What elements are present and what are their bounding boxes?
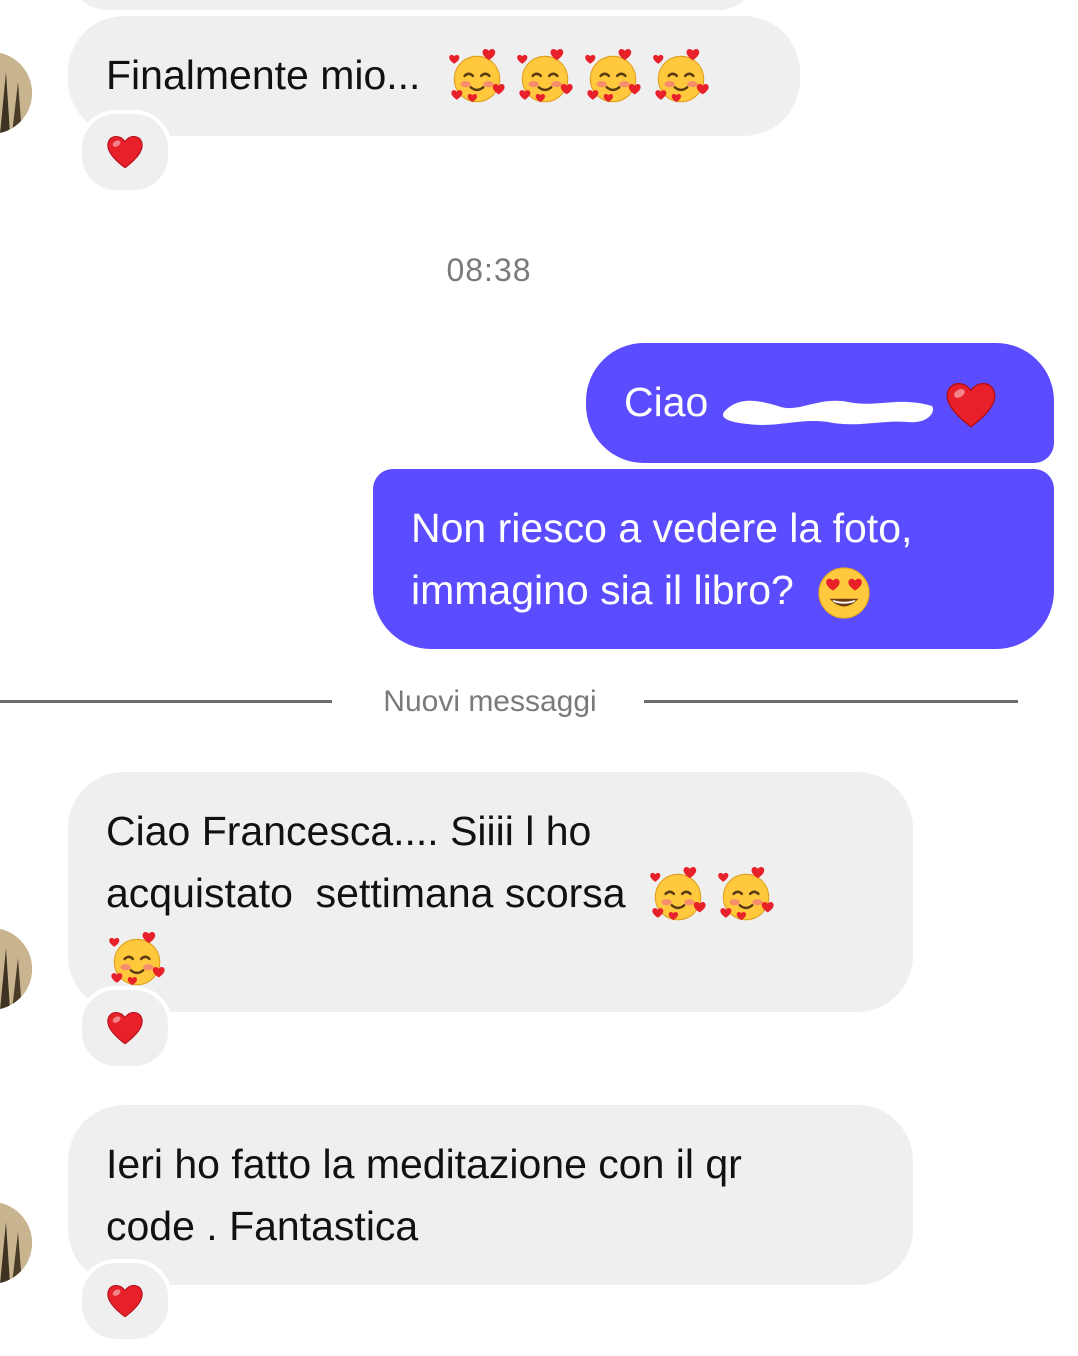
message-text-line: acquistato settimana scorsa <box>106 870 626 916</box>
message-text-line: code . Fantastica <box>106 1203 419 1249</box>
incoming-message-bubble[interactable]: Ieri ho fatto la meditazione con il qr c… <box>68 1105 913 1285</box>
outgoing-message-bubble[interactable]: Non riesco a vedere la foto, immagino si… <box>373 469 1054 649</box>
new-messages-divider-left <box>0 700 332 703</box>
incoming-message-bubble[interactable]: Finalmente mio... <box>68 16 800 136</box>
red-heart-icon <box>104 1280 146 1322</box>
red-heart-icon <box>104 1007 146 1049</box>
smiling-face-with-hearts-icon <box>514 47 576 109</box>
red-heart-icon <box>942 376 1000 434</box>
smiling-face-with-hearts-icon <box>106 930 168 992</box>
heart-reaction[interactable] <box>78 110 172 194</box>
incoming-message-bubble[interactable]: Ciao Francesca.... Siiii l ho acquistato… <box>68 772 913 1012</box>
contact-avatar[interactable] <box>0 1202 32 1284</box>
message-timestamp: 08:38 <box>446 252 532 288</box>
new-messages-label: Nuovi messaggi <box>383 685 597 718</box>
smiling-face-with-hearts-icon <box>446 47 508 109</box>
smiling-face-with-heart-eyes-icon <box>815 564 873 622</box>
smiling-face-with-hearts-icon <box>715 865 777 927</box>
heart-reaction[interactable] <box>78 986 172 1070</box>
smiling-face-with-hearts-icon <box>582 47 644 109</box>
contact-avatar[interactable] <box>0 52 32 134</box>
message-text-line: immagino sia il libro? <box>411 567 794 613</box>
message-text-line: Non riesco a vedere la foto, <box>411 505 913 551</box>
heart-reaction[interactable] <box>78 1259 172 1343</box>
smiling-face-with-hearts-icon <box>647 865 709 927</box>
message-text-line: Ciao Francesca.... Siiii l ho <box>106 808 592 854</box>
smiling-face-with-hearts-icon <box>650 47 712 109</box>
contact-avatar[interactable] <box>0 928 32 1010</box>
message-text: Finalmente mio... <box>106 52 421 98</box>
redacted-name <box>718 385 938 426</box>
message-text: Ciao <box>624 379 709 425</box>
message-text-line: Ieri ho fatto la meditazione con il qr <box>106 1141 742 1187</box>
previous-message-bubble[interactable] <box>68 0 758 10</box>
new-messages-divider-right <box>644 700 1018 703</box>
red-heart-icon <box>104 131 146 173</box>
outgoing-message-bubble[interactable]: Ciao <box>586 343 1054 463</box>
